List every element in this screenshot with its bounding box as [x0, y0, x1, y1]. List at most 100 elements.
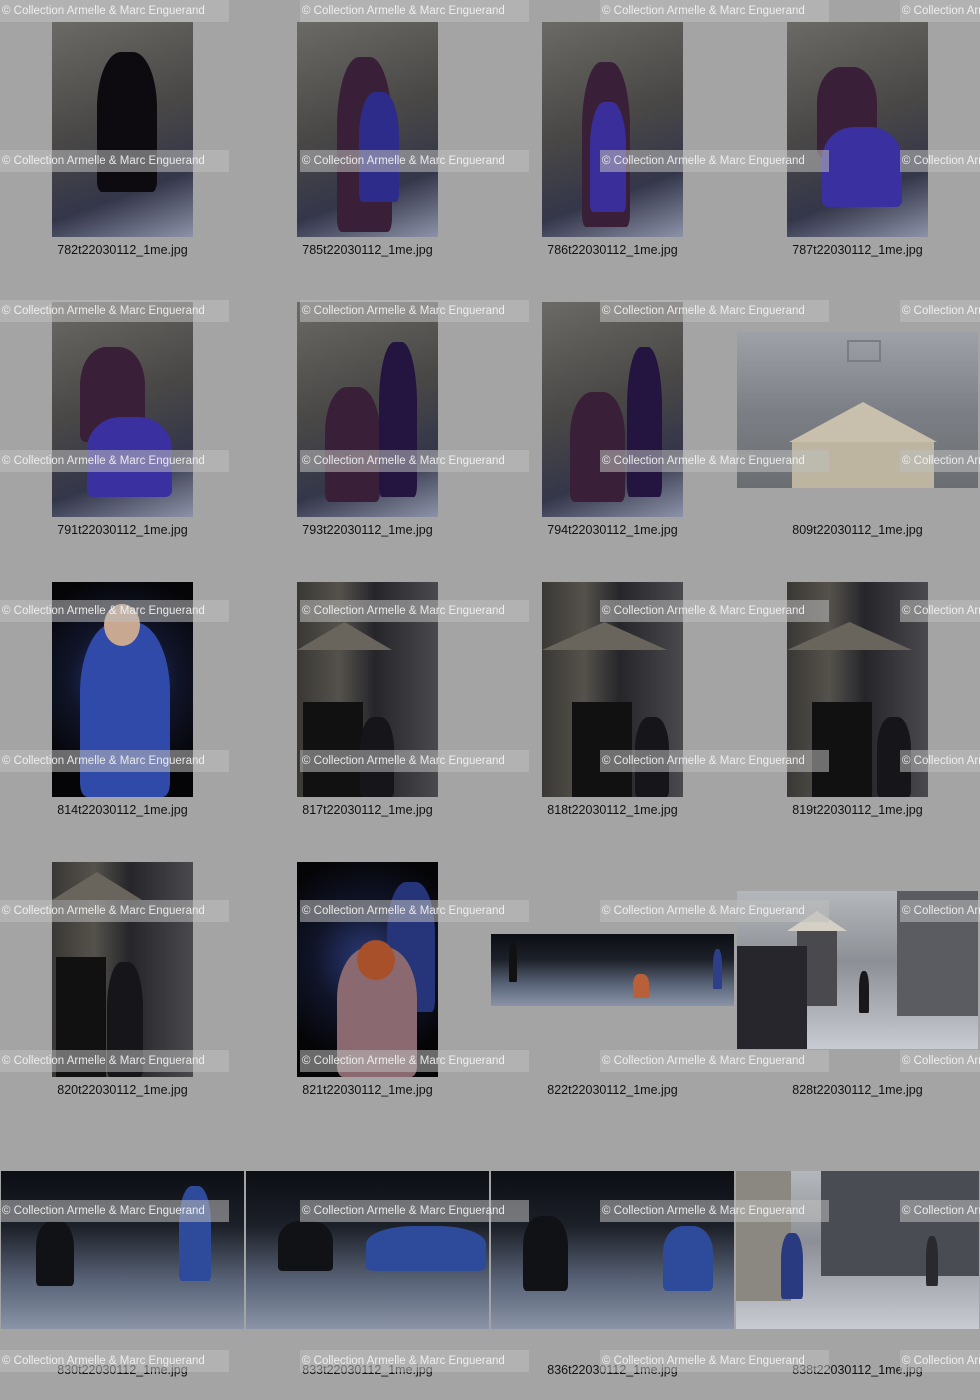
figure-shape: [366, 1226, 486, 1271]
photo-thumbnail[interactable]: [491, 1171, 734, 1329]
figure-shape: [926, 1236, 938, 1286]
photo-tile[interactable]: 828t22030112_1me.jpg: [735, 840, 980, 1120]
figure-shape: [627, 347, 662, 497]
watermark-text: © Collection Armelle & Marc Enguerand: [600, 300, 829, 322]
photo-filename: 787t22030112_1me.jpg: [792, 243, 923, 257]
photo-filename: 820t22030112_1me.jpg: [57, 1083, 188, 1097]
photo-thumbnail[interactable]: [491, 934, 734, 1006]
figure-shape: [278, 1221, 333, 1271]
photo-filename: 817t22030112_1me.jpg: [302, 803, 433, 817]
photo-thumbnail[interactable]: [542, 22, 683, 237]
photo-thumbnail[interactable]: [52, 862, 193, 1077]
watermark-text: © Collection Armelle & Marc Enguerand: [300, 450, 529, 472]
figure-shape: [822, 127, 902, 207]
watermark-text: © Collection Armelle & Marc Enguerand: [600, 1350, 829, 1372]
photo-tile[interactable]: 793t22030112_1me.jpg: [245, 280, 490, 560]
photo-filename: 822t22030112_1me.jpg: [547, 1083, 678, 1097]
pediment-shape: [542, 622, 667, 650]
photo-thumbnail[interactable]: [1, 1171, 244, 1329]
photo-tile[interactable]: 787t22030112_1me.jpg: [735, 0, 980, 280]
contact-sheet-page: { "watermark": "© Collection Armelle & M…: [0, 0, 980, 1400]
photo-tile[interactable]: 794t22030112_1me.jpg: [490, 280, 735, 560]
watermark-text: © Collection Armelle & Marc Enguerand: [600, 1200, 829, 1222]
figure-shape: [379, 342, 417, 497]
watermark-text: © Collection Armelle & Marc Enguerand: [600, 750, 829, 772]
watermark-text: © Collection Armelle & Marc Enguerand: [0, 300, 229, 322]
watermark-text: © Collection Armelle & Marc Enguerand: [0, 450, 229, 472]
watermark-text: © Collection Armelle & Marc Enguerand: [300, 1200, 529, 1222]
pediment-shape: [789, 402, 937, 442]
pediment-shape: [52, 872, 142, 900]
photo-tile[interactable]: 785t22030112_1me.jpg: [245, 0, 490, 280]
figure-shape: [325, 387, 380, 502]
photo-tile[interactable]: 791t22030112_1me.jpg: [0, 280, 245, 560]
photo-thumbnail[interactable]: [52, 22, 193, 237]
watermark-text: © Collection Armelle & Marc Enguerand: [300, 750, 529, 772]
photo-filename: 785t22030112_1me.jpg: [302, 243, 433, 257]
watermark-text: © Collection Armelle & Marc Enguerand: [900, 1050, 980, 1072]
watermark-text: © Collection Armelle & Marc Enguerand: [300, 300, 529, 322]
hair-shape: [357, 940, 395, 980]
photo-thumbnail[interactable]: [246, 1171, 489, 1329]
photo-filename: 791t22030112_1me.jpg: [57, 523, 188, 537]
watermark-text: © Collection Armelle & Marc Enguerand: [900, 900, 980, 922]
figure-shape: [781, 1233, 803, 1299]
watermark-text: © Collection Armelle & Marc Enguerand: [300, 1350, 529, 1372]
watermark-text: © Collection Armelle & Marc Enguerand: [0, 0, 229, 22]
photo-filename: 814t22030112_1me.jpg: [57, 803, 188, 817]
photo-tile[interactable]: 820t22030112_1me.jpg: [0, 840, 245, 1120]
photo-thumbnail[interactable]: [297, 22, 438, 237]
watermark-text: © Collection Armelle & Marc Enguerand: [300, 1050, 529, 1072]
watermark-text: © Collection Armelle & Marc Enguerand: [0, 750, 229, 772]
photo-filename: 786t22030112_1me.jpg: [547, 243, 678, 257]
photo-thumbnail[interactable]: [736, 1171, 979, 1329]
photo-filename: 793t22030112_1me.jpg: [302, 523, 433, 537]
figure-shape: [509, 942, 517, 982]
watermark-text: © Collection Armelle & Marc Enguerand: [300, 0, 529, 22]
audience-shape: [737, 946, 807, 1049]
watermark-text: © Collection Armelle & Marc Enguerand: [900, 1350, 980, 1372]
photo-thumbnail[interactable]: [297, 862, 438, 1077]
figure-shape: [523, 1216, 568, 1291]
watermark-text: © Collection Armelle & Marc Enguerand: [300, 900, 529, 922]
figure-shape: [36, 1221, 74, 1286]
watermark-text: © Collection Armelle & Marc Enguerand: [600, 900, 829, 922]
watermark-text: © Collection Armelle & Marc Enguerand: [600, 0, 829, 22]
watermark-text: © Collection Armelle & Marc Enguerand: [300, 150, 529, 172]
photo-thumbnail[interactable]: [297, 302, 438, 517]
photo-filename: 819t22030112_1me.jpg: [792, 803, 923, 817]
rock-wall-shape: [821, 1171, 979, 1276]
watermark-text: © Collection Armelle & Marc Enguerand: [0, 150, 229, 172]
photo-thumbnail[interactable]: [542, 302, 683, 517]
photo-tile[interactable]: 821t22030112_1me.jpg: [245, 840, 490, 1120]
watermark-text: © Collection Armelle & Marc Enguerand: [900, 450, 980, 472]
pediment-shape: [787, 622, 912, 650]
photo-filename: 828t22030112_1me.jpg: [792, 1083, 923, 1097]
watermark-text: © Collection Armelle & Marc Enguerand: [900, 150, 980, 172]
figure-shape: [633, 974, 649, 998]
watermark-text: © Collection Armelle & Marc Enguerand: [0, 600, 229, 622]
window-shape: [847, 340, 881, 362]
photo-tile[interactable]: 822t22030112_1me.jpg: [490, 840, 735, 1120]
photo-thumbnail[interactable]: [787, 22, 928, 237]
watermark-text: © Collection Armelle & Marc Enguerand: [900, 600, 980, 622]
photo-tile[interactable]: 782t22030112_1me.jpg: [0, 0, 245, 280]
photo-filename: 818t22030112_1me.jpg: [547, 803, 678, 817]
figure-shape: [713, 949, 722, 989]
watermark-text: © Collection Armelle & Marc Enguerand: [900, 0, 980, 22]
watermark-text: © Collection Armelle & Marc Enguerand: [600, 450, 829, 472]
watermark-text: © Collection Armelle & Marc Enguerand: [300, 600, 529, 622]
watermark-text: © Collection Armelle & Marc Enguerand: [900, 300, 980, 322]
figure-shape: [359, 92, 399, 202]
watermark-text: © Collection Armelle & Marc Enguerand: [900, 1200, 980, 1222]
pediment-shape: [297, 622, 392, 650]
watermark-text: © Collection Armelle & Marc Enguerand: [0, 1350, 229, 1372]
photo-thumbnail[interactable]: [52, 302, 193, 517]
photo-tile[interactable]: 809t22030112_1me.jpg: [735, 280, 980, 560]
watermark-text: © Collection Armelle & Marc Enguerand: [0, 1050, 229, 1072]
figure-shape: [570, 392, 625, 502]
photo-filename: 794t22030112_1me.jpg: [547, 523, 678, 537]
photo-tile[interactable]: 786t22030112_1me.jpg: [490, 0, 735, 280]
watermark-text: © Collection Armelle & Marc Enguerand: [600, 150, 829, 172]
figure-shape: [859, 971, 869, 1013]
